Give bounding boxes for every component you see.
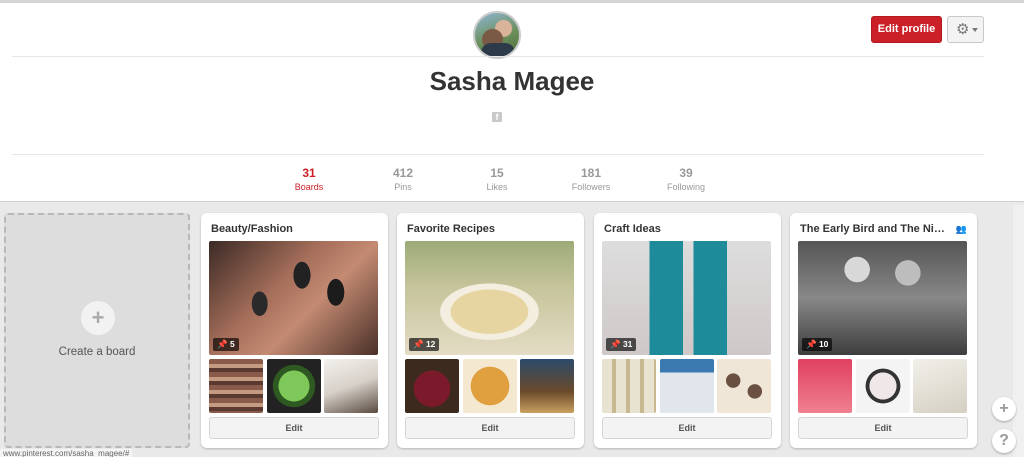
edit-board-button[interactable]: Edit [209, 417, 379, 439]
board-title[interactable]: Beauty/Fashion [211, 223, 361, 235]
board-cover-image[interactable]: 📌 10 [798, 241, 967, 355]
board-title[interactable]: Craft Ideas [604, 223, 754, 235]
scrollbar[interactable] [1013, 205, 1024, 457]
edit-board-button[interactable]: Edit [602, 417, 772, 439]
create-board-label: Create a board [58, 346, 136, 358]
board-card[interactable]: Beauty/Fashion 📌 5 Edit [201, 213, 388, 448]
edit-board-button[interactable]: Edit [798, 417, 968, 439]
group-board-icon: 👥 [955, 224, 967, 234]
facebook-icon[interactable]: f [492, 112, 502, 122]
pin-count-badge: 📌 31 [606, 338, 637, 351]
board-thumbnail[interactable] [463, 359, 517, 413]
pin-count: 5 [229, 339, 235, 349]
pin-count-badge: 📌 12 [409, 338, 440, 351]
stat-label: Followers [571, 182, 611, 192]
gear-icon: ⚙ [956, 21, 970, 38]
pin-count-badge: 📌 10 [802, 338, 833, 351]
profile-name: Sasha Magee [429, 66, 595, 96]
profile-stats: 31 Boards 412 Pins 15 Likes 181 Follower… [0, 166, 1024, 198]
stat-label: Likes [486, 182, 508, 192]
board-thumbnail[interactable] [405, 359, 459, 413]
board-thumbnail[interactable] [856, 359, 910, 413]
pin-count: 10 [818, 339, 829, 349]
profile-header: Sasha Magee f Edit profile ⚙ 31 Boards 4… [0, 3, 1024, 202]
stat-value: 412 [392, 166, 414, 180]
board-cover-image[interactable]: 📌 5 [209, 241, 378, 355]
chevron-down-icon [972, 28, 978, 32]
stat-label: Following [666, 182, 706, 192]
board-card[interactable]: The Early Bird and The Night Owl 👥 📌 10 … [790, 213, 977, 448]
pin-count-badge: 📌 5 [213, 338, 239, 351]
board-thumbnail[interactable] [324, 359, 378, 413]
board-thumbnail[interactable] [913, 359, 967, 413]
stat-value: 15 [490, 166, 504, 180]
status-bar-url: www.pinterest.com/sasha_magee/# [0, 449, 133, 457]
board-thumbnail[interactable] [660, 359, 714, 413]
plus-icon: + [81, 301, 115, 335]
board-title[interactable]: The Early Bird and The Night Owl [800, 223, 950, 235]
add-pin-button[interactable]: + [992, 397, 1016, 421]
board-thumbnail[interactable] [267, 359, 321, 413]
pin-count: 12 [425, 339, 436, 349]
pin-count: 31 [622, 339, 633, 349]
board-cover-image[interactable]: 📌 31 [602, 241, 771, 355]
stat-value: 31 [302, 166, 316, 180]
stat-label: Boards [294, 182, 324, 192]
create-board-button[interactable]: + Create a board [4, 213, 190, 448]
avatar[interactable] [473, 11, 521, 59]
board-thumbnail[interactable] [209, 359, 263, 413]
board-title[interactable]: Favorite Recipes [407, 223, 557, 235]
board-thumbnail[interactable] [717, 359, 771, 413]
stat-value: 39 [679, 166, 693, 180]
settings-button[interactable]: ⚙ [947, 16, 984, 43]
board-thumbnail[interactable] [602, 359, 656, 413]
stat-label: Pins [394, 182, 412, 192]
board-card[interactable]: Favorite Recipes 📌 12 Edit [397, 213, 584, 448]
board-thumbnail[interactable] [520, 359, 574, 413]
divider [12, 154, 984, 155]
board-thumbnail[interactable] [798, 359, 852, 413]
divider [12, 56, 984, 57]
stat-followers[interactable]: 181 Followers [551, 166, 631, 194]
stat-following[interactable]: 39 Following [646, 166, 726, 194]
edit-profile-button[interactable]: Edit profile [871, 16, 942, 43]
board-cover-image[interactable]: 📌 12 [405, 241, 574, 355]
stat-value: 181 [580, 166, 602, 180]
help-button[interactable]: ? [992, 429, 1016, 453]
stat-pins[interactable]: 412 Pins [363, 166, 443, 194]
stat-likes[interactable]: 15 Likes [457, 166, 537, 194]
stat-boards[interactable]: 31 Boards [269, 166, 349, 194]
edit-board-button[interactable]: Edit [405, 417, 575, 439]
board-card[interactable]: Craft Ideas 📌 31 Edit [594, 213, 781, 448]
